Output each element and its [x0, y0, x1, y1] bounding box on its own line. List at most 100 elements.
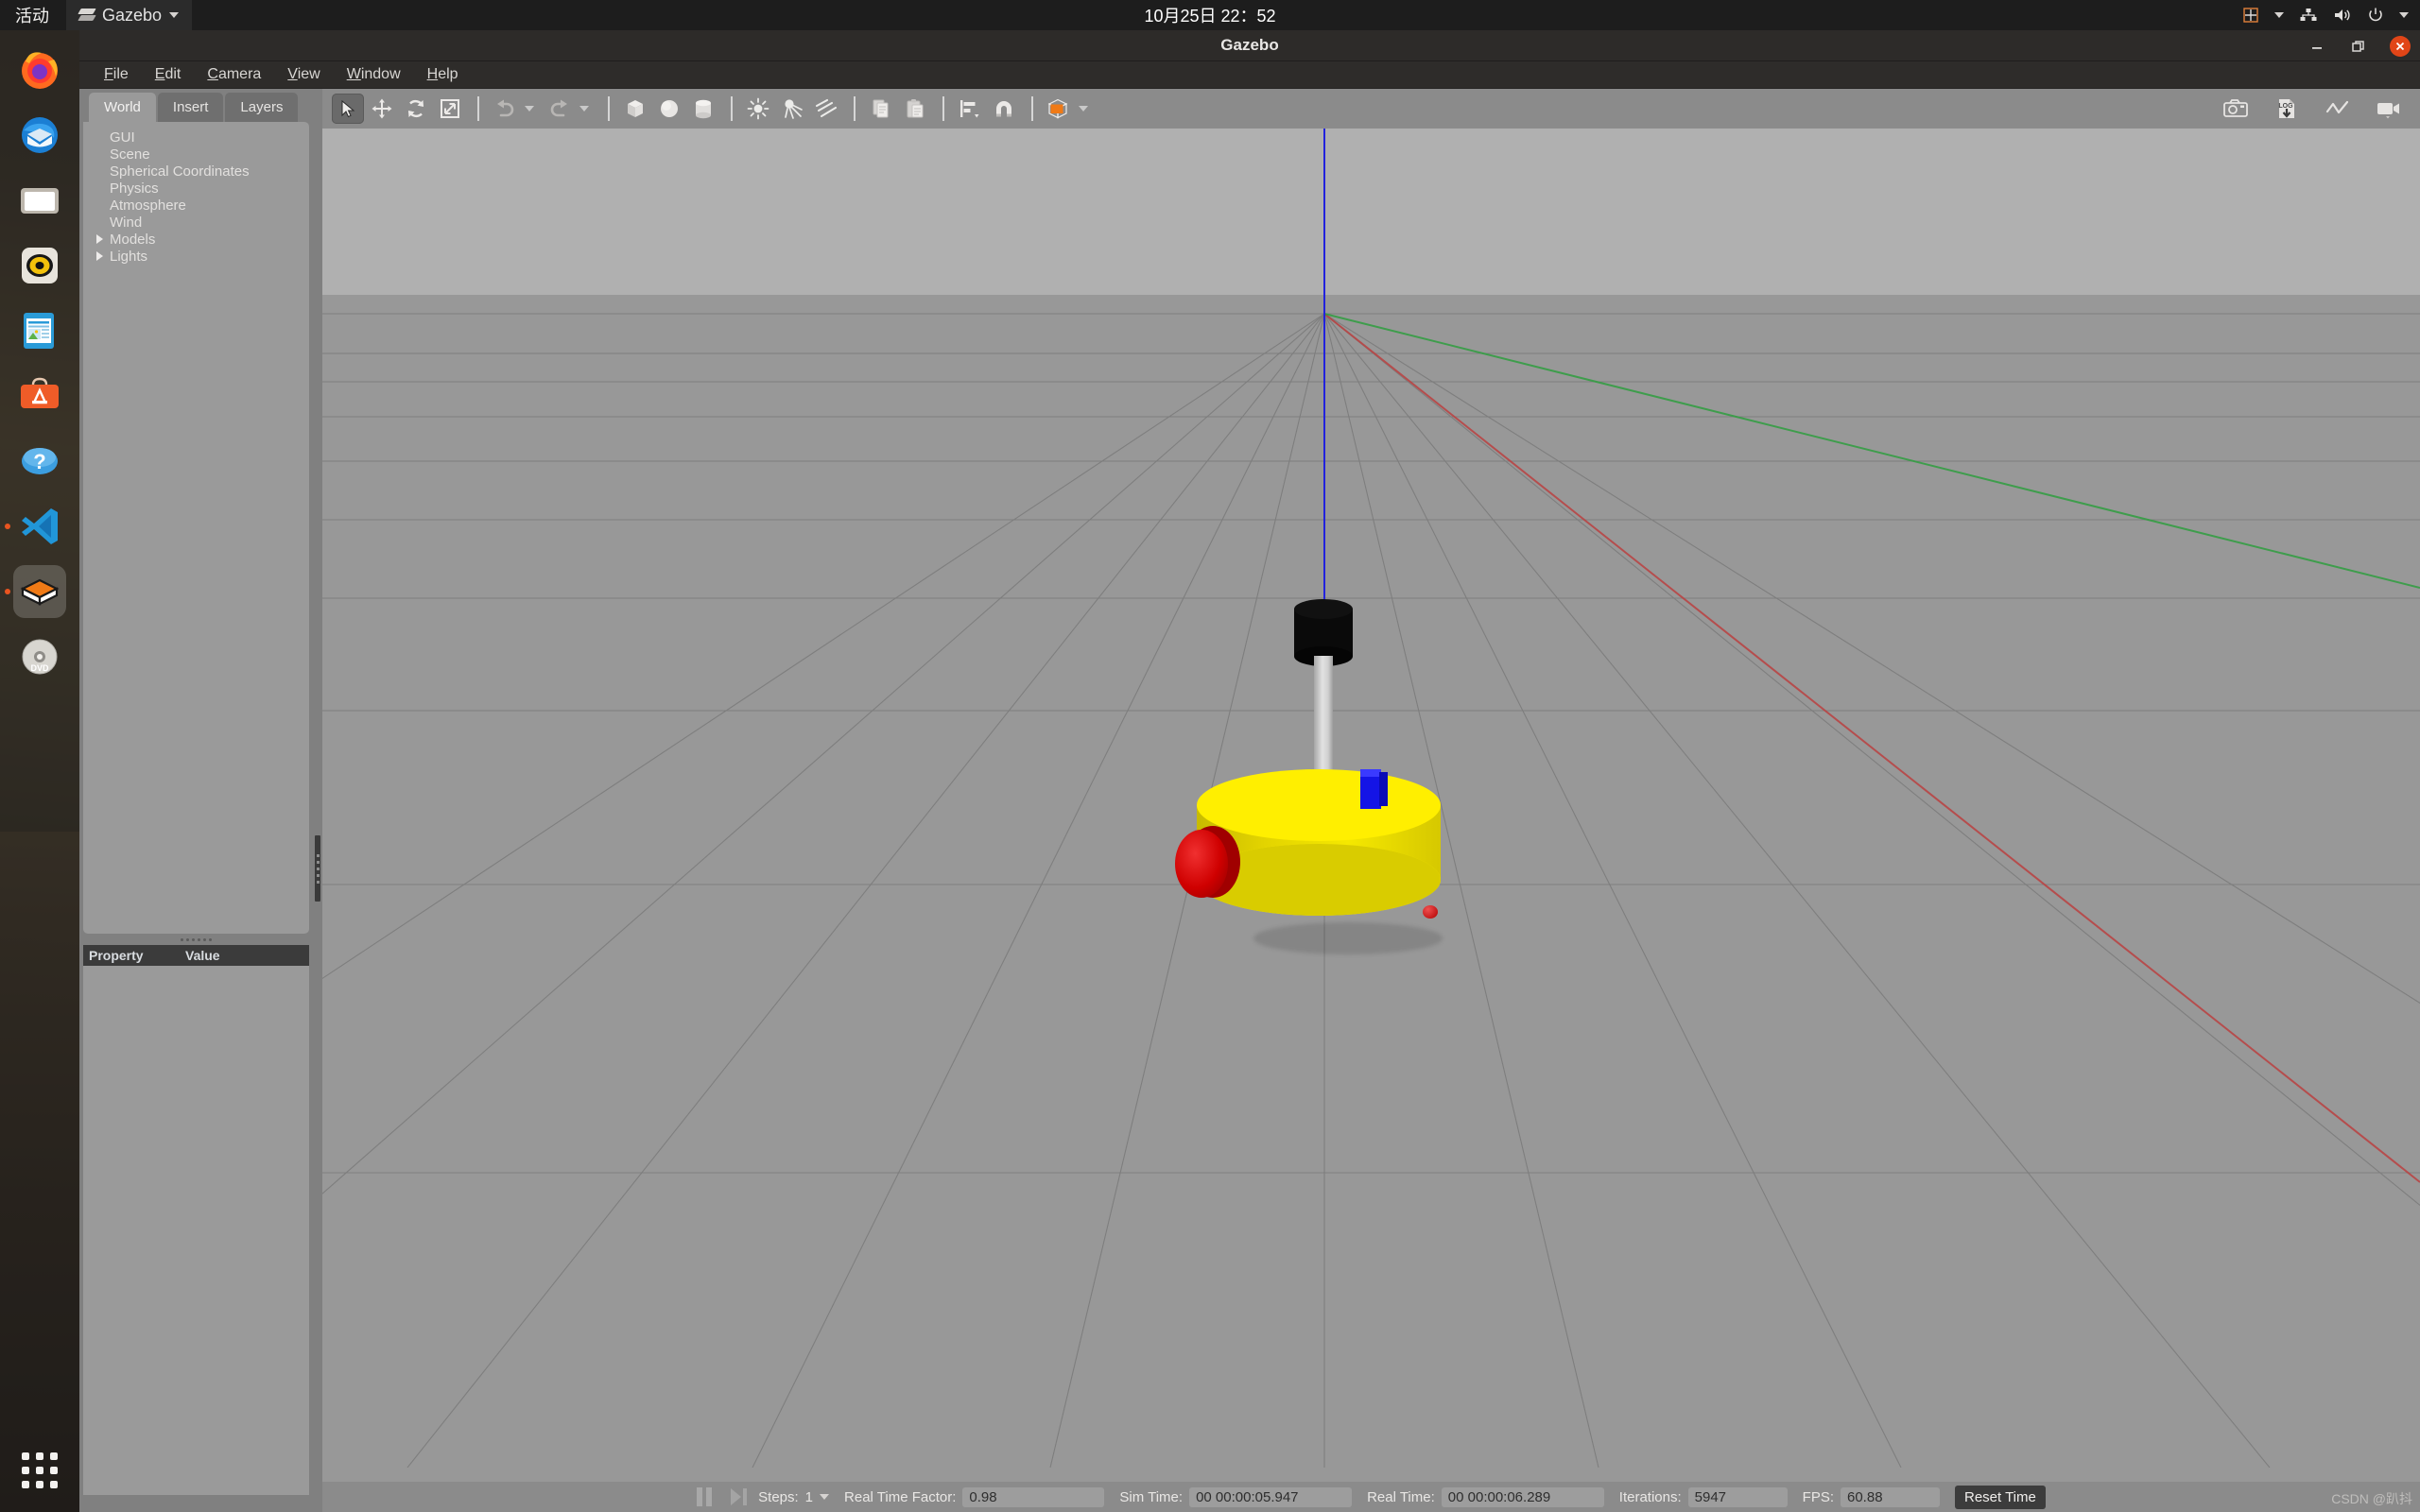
insert-box-button[interactable]: [619, 94, 651, 124]
copy-button[interactable]: [865, 94, 897, 124]
base-top-surface: [1197, 769, 1441, 841]
log-data-button[interactable]: LOG: [2271, 94, 2303, 124]
input-method-icon[interactable]: [2242, 7, 2259, 24]
window-controls: [2307, 30, 2411, 61]
column-header-property[interactable]: Property: [83, 948, 185, 963]
real-time-label: Real Time:: [1367, 1488, 1435, 1505]
snap-button[interactable]: [988, 94, 1020, 124]
tree-item-spherical-coordinates[interactable]: Spherical Coordinates: [83, 163, 309, 180]
dock-item-libreoffice-writer[interactable]: [13, 304, 66, 357]
menu-file[interactable]: File: [91, 63, 142, 86]
app-menu-button[interactable]: Gazebo: [66, 0, 193, 30]
minimize-button[interactable]: [2307, 36, 2327, 57]
tree-item-label: Models: [110, 231, 156, 248]
toolbar-separator: [854, 96, 856, 121]
window-titlebar[interactable]: Gazebo: [79, 30, 2420, 61]
scale-mode-button[interactable]: [434, 94, 466, 124]
chevron-right-icon[interactable]: [96, 234, 103, 244]
ubuntu-dock: ? DVD: [0, 30, 79, 1512]
volume-icon[interactable]: [2333, 7, 2352, 24]
dock-item-thunderbird[interactable]: [13, 109, 66, 162]
show-applications-button[interactable]: [13, 1444, 66, 1497]
dock-item-ubuntu-software[interactable]: [13, 369, 66, 422]
toolbar-right-tools: LOG: [2220, 94, 2407, 124]
insert-point-light-button[interactable]: [742, 94, 774, 124]
undo-button[interactable]: [489, 94, 521, 124]
pause-button[interactable]: [697, 1487, 713, 1506]
tree-item-lights[interactable]: Lights: [83, 248, 309, 265]
help-icon: ?: [22, 448, 58, 474]
box-icon: [628, 100, 643, 117]
tab-world[interactable]: World: [89, 93, 156, 122]
translate-mode-button[interactable]: [366, 94, 398, 124]
view-angle-dropdown[interactable]: [1079, 106, 1088, 112]
activities-button[interactable]: 活动: [0, 3, 66, 27]
menu-edit[interactable]: Edit: [142, 63, 195, 86]
rotate-mode-button[interactable]: [400, 94, 432, 124]
tree-item-models[interactable]: Models: [83, 231, 309, 248]
network-icon[interactable]: [2299, 7, 2318, 24]
dock-item-vscode[interactable]: [5, 500, 66, 553]
redo-button[interactable]: [544, 94, 576, 124]
redo-history-button[interactable]: [579, 106, 589, 112]
screenshot-button[interactable]: [2220, 94, 2252, 124]
thunderbird-icon: [22, 117, 58, 153]
tab-insert[interactable]: Insert: [157, 93, 224, 122]
chevron-down-icon[interactable]: [820, 1494, 830, 1500]
redo-arrow-icon: [550, 99, 567, 117]
insert-cylinder-button[interactable]: [687, 94, 719, 124]
menu-window[interactable]: Window: [334, 63, 414, 86]
menu-camera[interactable]: Camera: [194, 63, 274, 86]
panel-splitter-handle[interactable]: [83, 934, 309, 945]
system-tray[interactable]: [2242, 7, 2409, 24]
chevron-down-icon[interactable]: [2399, 12, 2409, 18]
tree-item-physics[interactable]: Physics: [83, 180, 309, 197]
reset-time-button[interactable]: Reset Time: [1955, 1485, 2046, 1509]
property-table-header: Property Value: [83, 945, 309, 966]
power-icon[interactable]: [2367, 7, 2384, 24]
clock[interactable]: 10月25日 22：52: [1144, 3, 1275, 27]
gazebo-logo-icon: [78, 9, 96, 22]
plot-button[interactable]: [2322, 94, 2354, 124]
dock-item-dvd-drive[interactable]: DVD: [13, 630, 66, 683]
insert-directional-light-button[interactable]: [810, 94, 842, 124]
tree-item-wind[interactable]: Wind: [83, 214, 309, 231]
chevron-down-icon[interactable]: [2274, 12, 2284, 18]
tree-item-gui[interactable]: GUI: [83, 129, 309, 146]
files-icon: [21, 188, 59, 214]
maximize-button[interactable]: [2348, 36, 2369, 57]
paste-icon: [907, 99, 924, 118]
tree-item-atmosphere[interactable]: Atmosphere: [83, 197, 309, 214]
running-indicator-dot: [5, 589, 10, 594]
paste-button[interactable]: [899, 94, 931, 124]
select-mode-button[interactable]: [332, 94, 364, 124]
undo-history-button[interactable]: [525, 106, 534, 112]
3d-viewport[interactable]: [322, 129, 2420, 1482]
view-angle-button[interactable]: [1043, 94, 1075, 124]
insert-spot-light-button[interactable]: [776, 94, 808, 124]
robot-model[interactable]: [322, 129, 2420, 1482]
sensor-box-front: [1360, 774, 1381, 809]
steps-value[interactable]: 1: [805, 1489, 813, 1505]
insert-sphere-button[interactable]: [653, 94, 685, 124]
dock-item-help[interactable]: ?: [13, 435, 66, 488]
video-record-button[interactable]: [2373, 94, 2405, 124]
dock-item-gazebo[interactable]: [5, 565, 66, 618]
dock-item-rhythmbox[interactable]: [13, 239, 66, 292]
chevron-right-icon[interactable]: [96, 251, 103, 261]
close-icon: [2395, 42, 2405, 50]
ubuntu-software-icon: [21, 377, 59, 408]
column-header-value[interactable]: Value: [185, 948, 220, 963]
step-forward-button[interactable]: [731, 1488, 748, 1505]
fps-value: 60.88: [1841, 1486, 1940, 1507]
panel-resize-splitter[interactable]: [313, 89, 322, 1512]
tab-layers[interactable]: Layers: [225, 93, 299, 122]
close-button[interactable]: [2390, 35, 2411, 57]
dock-item-firefox[interactable]: [13, 43, 66, 96]
dock-item-files[interactable]: [13, 174, 66, 227]
menu-view[interactable]: View: [274, 63, 333, 86]
splitter-grip[interactable]: [315, 835, 320, 902]
menu-help[interactable]: Help: [414, 63, 472, 86]
tree-item-scene[interactable]: Scene: [83, 146, 309, 163]
align-button[interactable]: [954, 94, 986, 124]
